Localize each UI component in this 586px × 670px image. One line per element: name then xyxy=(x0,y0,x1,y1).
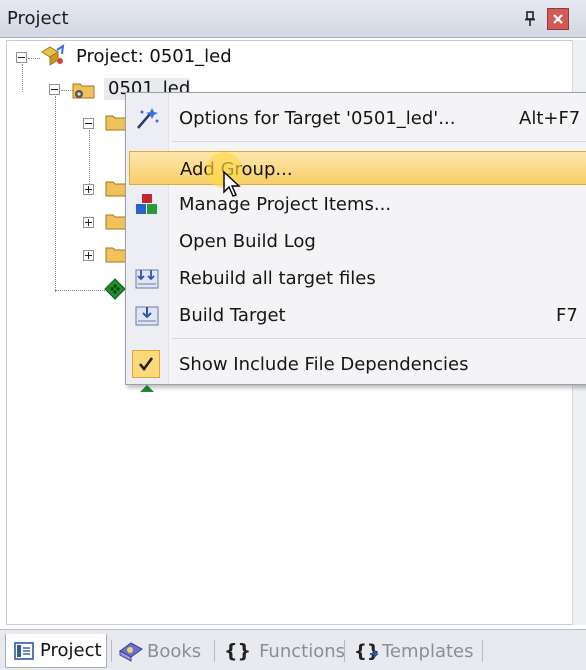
menu-item-shortcut: Alt+F7 xyxy=(519,108,581,129)
tab-templates[interactable]: {} Templates xyxy=(350,634,478,668)
books-icon xyxy=(117,639,145,663)
menu-item-build-target[interactable]: Build Target F7 xyxy=(126,298,586,332)
tab-divider xyxy=(214,640,215,662)
panel-title: Project xyxy=(7,8,69,29)
expand-group-toggle[interactable] xyxy=(83,184,94,195)
tab-divider xyxy=(111,640,112,662)
menu-item-show-include-dependencies[interactable]: Show Include File Dependencies xyxy=(126,347,586,381)
menu-item-rebuild-all[interactable]: Rebuild all target files xyxy=(126,261,586,295)
templates-icon: {} xyxy=(354,640,380,662)
tree-guide-line xyxy=(55,290,105,291)
component-icon xyxy=(104,278,126,300)
menu-item-label: Rebuild all target files xyxy=(179,268,376,289)
braces-icon: {} xyxy=(224,640,252,662)
menu-item-label: Open Build Log xyxy=(179,231,316,252)
tree-guide-line xyxy=(89,130,90,188)
tree-guide-line xyxy=(55,96,56,292)
tab-label: Books xyxy=(147,640,202,662)
menu-separator xyxy=(172,141,586,142)
tab-label: Project xyxy=(40,640,102,661)
menu-item-label: Options for Target '0501_led'... xyxy=(179,108,456,129)
project-items-icon xyxy=(134,192,160,216)
tab-divider xyxy=(344,640,345,662)
menu-item-label: Manage Project Items... xyxy=(179,194,392,215)
menu-item-add-group[interactable]: Add Group... xyxy=(129,151,586,185)
expand-group-toggle[interactable] xyxy=(83,217,94,228)
tab-project[interactable]: Project xyxy=(5,634,107,668)
expand-group-toggle[interactable] xyxy=(83,250,94,261)
tab-label: Templates xyxy=(382,640,474,662)
menu-item-label: Build Target xyxy=(179,305,286,326)
magic-wand-icon xyxy=(134,106,160,130)
build-icon xyxy=(134,303,160,327)
project-tab-icon xyxy=(14,641,34,660)
menu-item-label: Show Include File Dependencies xyxy=(179,354,469,375)
component-icon xyxy=(138,384,156,392)
menu-separator xyxy=(172,338,586,339)
target-folder-icon xyxy=(70,78,98,102)
project-root-label[interactable]: Project: 0501_led xyxy=(76,46,232,67)
close-button[interactable] xyxy=(547,8,569,30)
tab-functions[interactable]: {} Functions xyxy=(220,634,346,668)
rebuild-icon xyxy=(134,266,160,290)
menu-item-open-build-log[interactable]: Open Build Log xyxy=(126,224,586,258)
collapse-target-toggle[interactable] xyxy=(49,84,60,95)
tab-books[interactable]: Books xyxy=(115,634,213,668)
tree-guide-line xyxy=(22,64,23,92)
checkmark-icon xyxy=(132,350,160,378)
menu-item-options-for-target[interactable]: Options for Target '0501_led'... Alt+F7 xyxy=(126,101,586,135)
tab-divider xyxy=(482,640,483,662)
collapse-group-toggle[interactable] xyxy=(83,118,94,129)
close-icon xyxy=(553,14,563,24)
collapse-root-toggle[interactable] xyxy=(16,52,27,63)
pin-icon[interactable] xyxy=(519,8,541,30)
mouse-cursor-icon xyxy=(222,170,244,198)
project-root-icon xyxy=(38,43,66,68)
menu-item-manage-project-items[interactable]: Manage Project Items... xyxy=(126,187,586,221)
menu-item-shortcut: F7 xyxy=(556,305,578,326)
panel-title-bar: Project xyxy=(0,0,586,38)
context-menu: Options for Target '0501_led'... Alt+F7 … xyxy=(125,92,586,385)
tab-label: Functions xyxy=(259,640,346,662)
panel-tab-strip: Project Books {} Functions {} Templates xyxy=(0,629,586,670)
